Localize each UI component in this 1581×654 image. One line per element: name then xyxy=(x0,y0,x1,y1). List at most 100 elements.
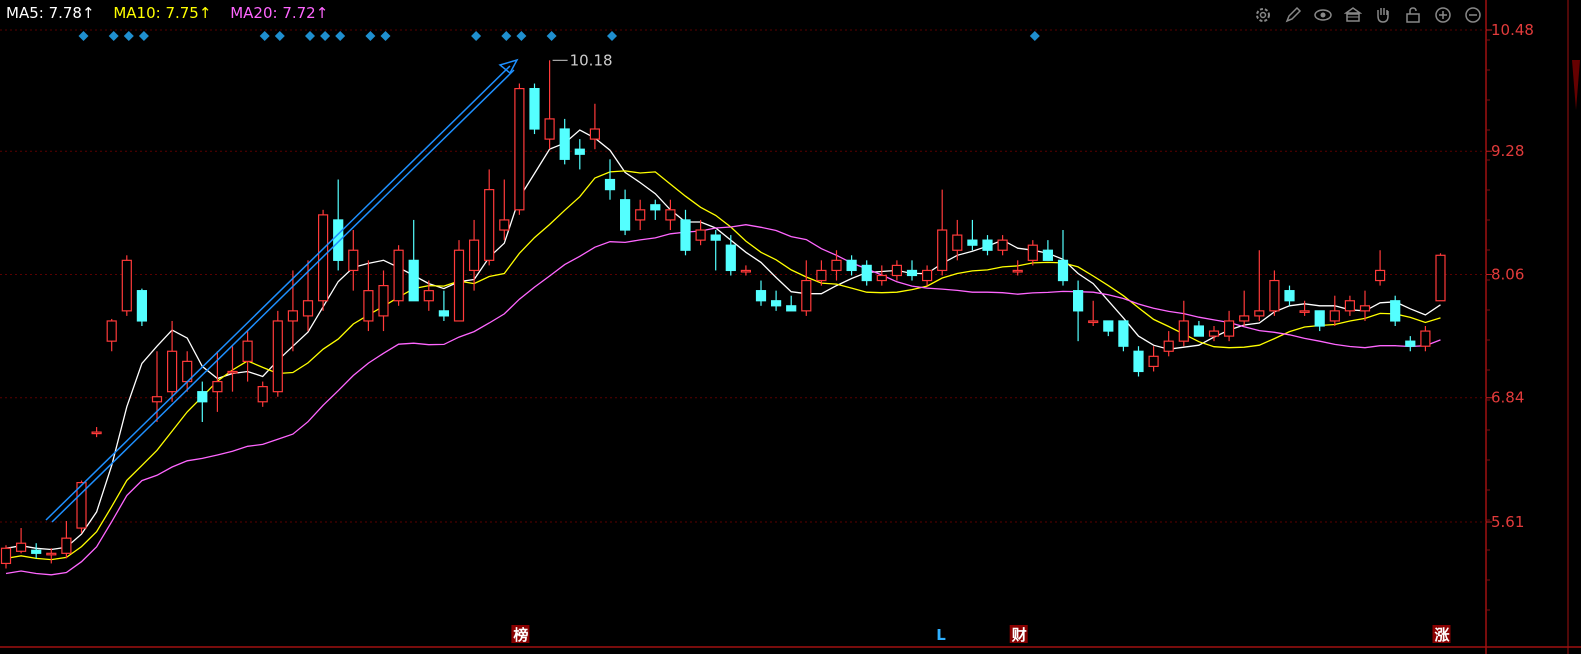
candle-body xyxy=(710,234,721,241)
candle-body xyxy=(0,547,12,565)
candle-body xyxy=(287,310,298,322)
ma-legend: MA5: 7.78↑ MA10: 7.75↑ MA20: 7.72↑ xyxy=(6,4,342,22)
pen-icon[interactable] xyxy=(1282,4,1304,26)
event-marker: L xyxy=(936,626,946,644)
candle-body xyxy=(1118,320,1129,347)
candle-body xyxy=(1359,305,1371,312)
eye-icon[interactable] xyxy=(1312,4,1334,26)
candle-body xyxy=(1088,320,1099,324)
candle-body xyxy=(1223,320,1235,337)
candle-body xyxy=(1390,300,1401,322)
candle-body xyxy=(167,350,178,393)
candle-body xyxy=(31,549,42,554)
candle-body xyxy=(725,244,736,272)
event-marker: 财 xyxy=(1012,626,1027,644)
candle-body xyxy=(151,396,163,403)
bank-icon[interactable] xyxy=(1342,4,1364,26)
candle-body xyxy=(363,290,374,322)
candle-body xyxy=(302,300,314,317)
ma10-label: MA10: 7.75↑ xyxy=(113,4,212,22)
chart-toolbar xyxy=(1252,4,1484,26)
candle-body xyxy=(499,219,510,231)
candle-body xyxy=(1239,315,1250,322)
y-tick-label: 8.06 xyxy=(1491,265,1524,283)
candle-body xyxy=(1284,290,1295,302)
candle-body xyxy=(393,249,404,302)
hand-icon[interactable] xyxy=(1372,4,1394,26)
candle-body xyxy=(1163,340,1174,352)
candle-body xyxy=(514,87,525,211)
scroll-indicator xyxy=(1572,60,1580,110)
candle-body xyxy=(1072,290,1084,312)
candle-body xyxy=(272,320,283,393)
candle-body xyxy=(921,269,933,282)
candle-body xyxy=(1329,310,1340,322)
signal-diamond xyxy=(123,31,134,41)
zoom-in-icon[interactable] xyxy=(1432,4,1454,26)
candle-body xyxy=(484,189,495,261)
candle-body xyxy=(665,209,676,221)
candle-body xyxy=(453,249,465,322)
candle-body xyxy=(16,542,27,552)
candle-body xyxy=(1012,269,1023,273)
candle-body xyxy=(1254,310,1265,317)
candle-body xyxy=(529,87,540,130)
candle-body xyxy=(559,128,570,160)
candle-body xyxy=(1042,249,1054,261)
candle-body xyxy=(1148,355,1159,368)
candle-body xyxy=(740,269,752,273)
candle-body xyxy=(589,128,601,140)
signal-diamond xyxy=(607,31,617,41)
signal-diamond xyxy=(471,31,482,41)
candle-body xyxy=(1178,320,1189,342)
candle-body xyxy=(1405,340,1416,347)
y-tick-label: 6.84 xyxy=(1491,389,1524,407)
ma5-label: MA5: 7.78↑ xyxy=(6,4,95,22)
candle-body xyxy=(1208,330,1220,337)
signal-diamond xyxy=(108,31,119,41)
candle-body xyxy=(1435,254,1446,302)
candle-body xyxy=(635,209,646,221)
candle-body xyxy=(469,239,480,272)
candle-body xyxy=(1027,244,1038,261)
candle-body xyxy=(1193,325,1205,337)
signal-diamond xyxy=(335,31,346,41)
candle-body xyxy=(197,391,208,403)
candle-body xyxy=(1299,310,1310,313)
y-tick-label: 9.28 xyxy=(1491,142,1524,160)
candle-body xyxy=(1420,330,1431,347)
candle-body xyxy=(61,537,72,554)
candle-body xyxy=(46,552,57,556)
candle-body xyxy=(891,264,903,277)
candlestick-chart[interactable]: 10.48 9.28 8.06 6.84 5.61 10.18 榜 L 财 涨 xyxy=(0,0,1581,654)
signal-diamond xyxy=(365,31,376,41)
settings-icon[interactable] xyxy=(1252,4,1274,26)
signal-diamond xyxy=(320,31,331,41)
candle-body xyxy=(227,370,238,374)
candle-body xyxy=(1103,320,1114,332)
candle-body xyxy=(1133,350,1144,373)
candle-body xyxy=(106,320,117,342)
candle-body xyxy=(816,269,827,282)
y-tick-label: 10.48 xyxy=(1491,21,1534,39)
signal-diamond xyxy=(274,31,285,41)
signal-diamond xyxy=(1029,31,1040,41)
candle-body xyxy=(801,279,812,312)
candle-body xyxy=(604,178,616,191)
candle-body xyxy=(574,148,585,155)
candle-body xyxy=(91,431,102,435)
ma5-line xyxy=(5,129,1441,551)
candle-body xyxy=(1057,259,1069,282)
candle-body xyxy=(423,290,434,302)
signal-diamond xyxy=(516,31,527,41)
zoom-out-icon[interactable] xyxy=(1462,4,1484,26)
candle-body xyxy=(846,259,857,272)
candle-body xyxy=(619,199,631,231)
candle-body xyxy=(755,290,767,302)
high-price-label: 10.18 xyxy=(570,51,613,69)
event-marker: 榜 xyxy=(513,626,528,644)
lock-icon[interactable] xyxy=(1402,4,1424,26)
signal-diamond xyxy=(259,31,270,41)
candle-body xyxy=(937,229,948,272)
signal-diamond xyxy=(138,31,149,41)
